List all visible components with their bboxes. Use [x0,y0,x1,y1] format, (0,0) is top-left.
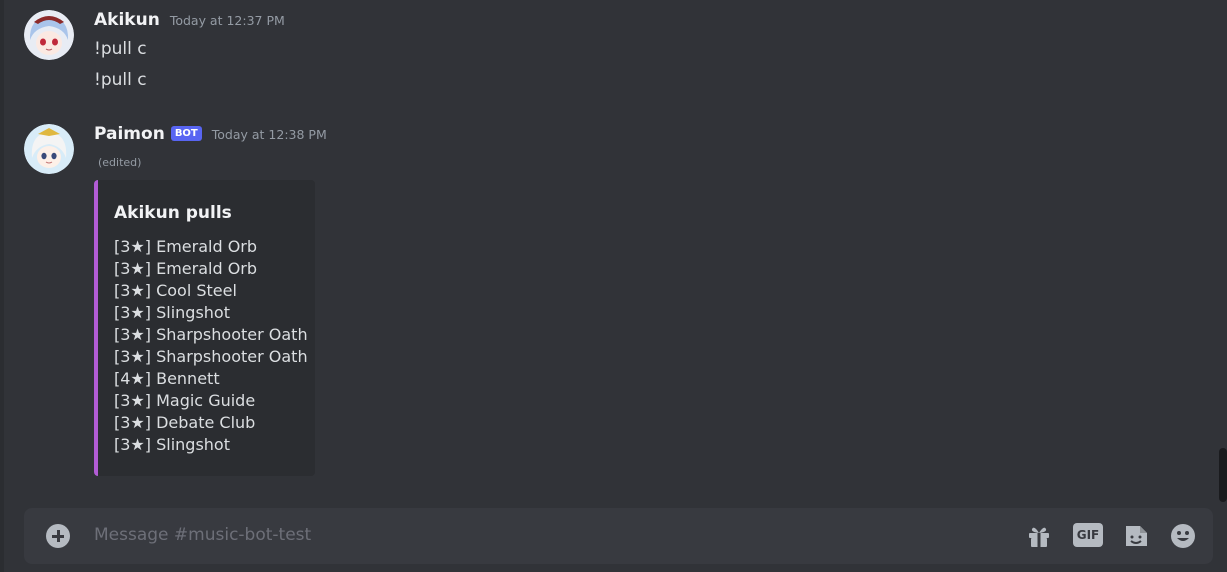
avatar[interactable] [24,124,74,174]
list-item: [3★] Slingshot [114,303,230,322]
list-item: [3★] Debate Club [114,413,256,432]
edited-label: (edited) [98,156,142,169]
list-item: [3★] Emerald Orb [114,259,258,278]
list-item: [3★] Magic Guide [114,391,256,410]
gift-icon[interactable] [1025,522,1053,550]
embed: Akikun pulls [3★] Emerald Orb [3★] Emera… [94,180,315,476]
message-text: !pull c [94,39,147,59]
bot-badge: BOT [170,126,202,141]
message-text: !pull c [94,70,147,90]
list-item: [3★] Emerald Orb [114,237,258,256]
sticker-icon[interactable] [1122,522,1150,550]
left-edge [0,0,4,572]
gif-button[interactable]: GIF [1073,523,1103,547]
embed-list: [3★] Emerald Orb [3★] Emerald Orb [3★] C… [114,236,308,456]
message-input[interactable]: Message #music-bot-test [94,525,311,545]
add-attachment-button[interactable] [46,524,70,548]
embed-title: Akikun pulls [114,203,232,223]
emoji-icon[interactable] [1169,522,1197,550]
list-item: [3★] Sharpshooter Oath [114,347,308,366]
message-header: Akikun Today at 12:37 PM [94,10,285,30]
username[interactable]: Paimon [94,124,165,144]
message-input-bar: Message #music-bot-test GIF [24,508,1213,564]
avatar[interactable] [24,10,74,60]
list-item: [4★] Bennett [114,369,220,388]
list-item: [3★] Cool Steel [114,281,237,300]
list-item: [3★] Sharpshooter Oath [114,325,308,344]
message-header: Paimon BOT Today at 12:38 PM [94,124,327,144]
timestamp: Today at 12:38 PM [211,127,327,142]
timestamp: Today at 12:37 PM [169,13,285,28]
list-item: [3★] Slingshot [114,435,230,454]
username[interactable]: Akikun [94,10,160,30]
scrollbar-thumb[interactable] [1219,448,1227,502]
